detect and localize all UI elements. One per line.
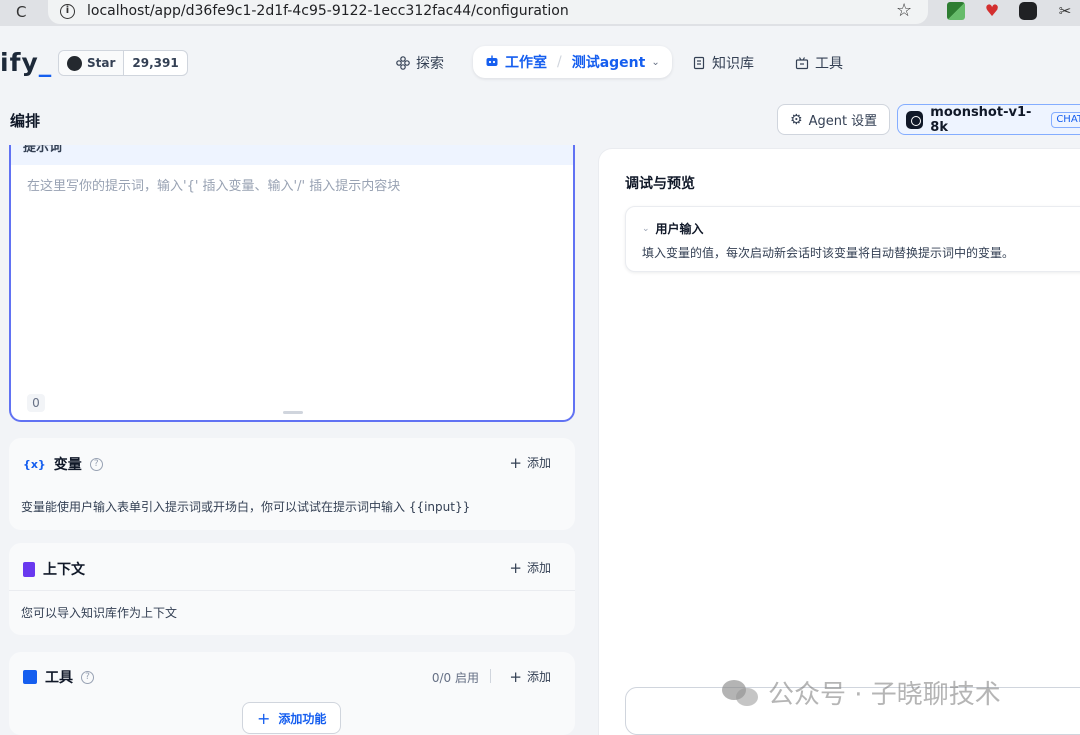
star-count[interactable]: 29,391 [124,51,186,75]
add-variable-button[interactable]: + 添加 [509,454,551,471]
variables-description: 变量能使用户输入表单引入提示词或开场白，你可以试试在提示词中输入 {{input… [21,500,471,514]
nav-studio-label: 工作室 [505,55,547,71]
plus-icon: + [509,667,522,686]
github-star-button[interactable]: Star [59,51,125,75]
variables-header: {x} 变量 ? [23,454,103,474]
dify-logo[interactable]: ify_ [0,48,52,77]
context-header: 上下文 [23,559,85,579]
add-tool-label: 添加 [526,670,551,684]
chevron-down-icon: ⌄ [642,223,650,234]
reload-icon[interactable]: C [16,3,26,21]
tools-header: 工具 ? [23,667,94,687]
prompt-label: 提示词 [23,145,63,155]
address-bar[interactable]: i localhost/app/d36fe9c1-2d1f-4c95-9122-… [48,0,928,24]
model-mode-badge: CHAT [1051,111,1080,128]
divider [490,669,491,683]
add-feature-label: 添加功能 [278,711,327,726]
app-header: ify_ Star 29,391 探索 工作室 / 测试agent ⌄ 知识库 … [0,26,1080,100]
watermark-text: 公众号 · 子晓聊技术 [768,680,1001,710]
add-variable-label: 添加 [526,456,551,470]
watermark: 公众号 · 子晓聊技术 [722,674,1001,711]
context-section: 上下文 + 添加 您可以导入知识库作为上下文 [9,543,575,635]
nav-tools[interactable]: 工具 [795,48,843,78]
url-text[interactable]: localhost/app/d36fe9c1-2d1f-4c95-9122-1e… [87,3,569,19]
add-context-button[interactable]: + 添加 [509,559,551,576]
robot-icon [486,55,498,66]
context-description: 您可以导入知识库作为上下文 [21,606,178,620]
extension-pin-icon[interactable]: ♥ [983,2,1001,20]
logo-text: ify [0,48,39,77]
variable-icon: {x} [23,457,46,471]
github-icon [67,55,82,71]
document-icon [23,561,35,577]
char-count: 0 [27,394,45,412]
variables-title: 变量 [53,457,82,473]
agent-settings-label: Agent 设置 [808,114,878,129]
help-icon[interactable]: ? [81,670,94,684]
extension-scissors-icon[interactable]: ✂ [1056,2,1074,20]
add-feature-button[interactable]: + 添加功能 [242,702,342,734]
tools-enabled-count: 0/0 启用 [431,671,479,685]
prompt-header-strip: 提示词 [11,145,573,165]
book-icon [693,56,705,70]
plus-icon: + [257,708,271,728]
toolbox-icon [795,57,809,70]
model-name: moonshot-v1-8k [930,104,1032,135]
debug-preview-panel: 调试与预览 ⌄ 用户输入 填入变量的值，每次启动新会话时该变量将自动替换提示词中… [598,148,1080,735]
nav-studio[interactable]: 工作室 / 测试agent ⌄ [473,46,672,78]
github-star-widget[interactable]: Star 29,391 [58,50,188,76]
variables-section: {x} 变量 ? + 添加 变量能使用户输入表单引入提示词或开场白，你可以试试在… [9,438,575,530]
explore-icon [396,56,410,70]
add-tool-button[interactable]: + 添加 [509,668,551,685]
site-info-icon[interactable]: i [60,4,75,19]
nav-tools-label: 工具 [815,56,843,72]
user-input-toggle[interactable]: ⌄ 用户输入 [642,220,704,237]
star-label: Star [87,56,116,70]
prompt-input[interactable]: 在这里写你的提示词，输入'{' 插入变量、输入'/' 插入提示内容块 [27,175,400,194]
prompt-editor-card: 提示词 在这里写你的提示词，输入'{' 插入变量、输入'/' 插入提示内容块 0 [9,145,575,422]
divider [9,590,575,591]
nav-explore-label: 探索 [416,56,444,72]
preview-title: 调试与预览 [625,176,695,192]
context-title: 上下文 [43,562,85,578]
add-context-label: 添加 [526,561,551,575]
nav-explore[interactable]: 探索 [396,48,444,78]
tools-title: 工具 [45,670,73,686]
toolbox-icon [23,670,37,684]
gear-icon: ⚙ [790,111,803,128]
moonshot-model-icon [906,110,924,129]
agent-settings-button[interactable]: ⚙ Agent 设置 [777,104,891,135]
user-input-title: 用户输入 [655,222,704,236]
extension-qr-icon[interactable] [947,2,965,20]
user-input-card: ⌄ 用户输入 填入变量的值，每次启动新会话时该变量将自动替换提示词中的变量。 [625,206,1080,272]
model-selector-button[interactable]: moonshot-v1-8k CHAT [897,104,1080,135]
user-input-description: 填入变量的值，每次启动新会话时该变量将自动替换提示词中的变量。 [642,246,1015,260]
browser-bar: C i localhost/app/d36fe9c1-2d1f-4c95-912… [0,0,1080,26]
bookmark-star-icon[interactable]: ☆ [896,0,912,22]
page-title: 编排 [10,112,41,130]
plus-icon: + [509,453,522,472]
wechat-icon [722,678,760,708]
app-name[interactable]: 测试agent [572,52,646,72]
resize-handle[interactable] [283,411,303,414]
plus-icon: + [509,558,522,577]
nav-separator: / [557,54,562,70]
nav-knowledge[interactable]: 知识库 [692,48,754,78]
nav-knowledge-label: 知识库 [712,56,754,72]
logo-underscore: _ [38,48,53,77]
extension-app-icon[interactable] [1019,2,1037,20]
chevron-down-icon[interactable]: ⌄ [651,57,659,68]
help-icon[interactable]: ? [89,457,103,471]
